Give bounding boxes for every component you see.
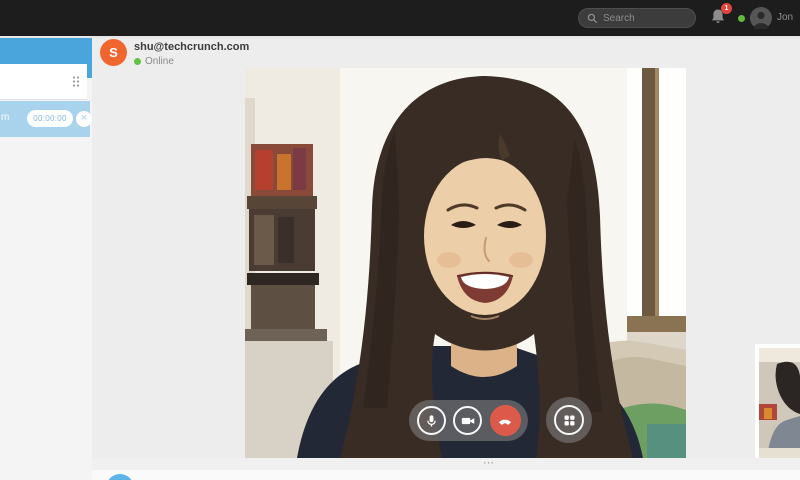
user-name: Jon — [777, 12, 794, 23]
end-call-button[interactable] — [489, 405, 521, 436]
search-box[interactable] — [578, 8, 696, 28]
chat-area-top — [92, 470, 800, 480]
search-input[interactable] — [603, 12, 685, 24]
call-controls — [409, 400, 528, 441]
online-status-text: Online — [145, 56, 174, 67]
notification-badge: 1 — [721, 3, 732, 14]
presence-row: Online — [134, 56, 174, 67]
sidebar-search-row[interactable] — [0, 64, 87, 100]
microphone-icon — [426, 414, 436, 427]
four-squares-icon — [564, 415, 574, 425]
mute-microphone-button[interactable] — [416, 406, 446, 435]
toggle-video-button[interactable] — [453, 406, 482, 435]
sidebar-edge — [87, 38, 92, 78]
online-status-dot — [134, 58, 141, 65]
own-presence-dot — [738, 15, 745, 22]
chat-message-avatar — [106, 474, 134, 480]
call-close-button[interactable]: × — [76, 111, 92, 127]
contact-name: shu@techcrunch.com — [134, 41, 250, 53]
skype-window: 1 Jon m 00:00:00 — [0, 0, 800, 480]
topbar-divider — [0, 36, 800, 38]
search-icon — [587, 13, 598, 23]
self-view-video[interactable] — [755, 344, 800, 462]
sidebar: m 00:00:00 × — [0, 38, 92, 480]
dialpad-icon — [72, 76, 80, 87]
call-timer: 00:00:00 — [27, 110, 73, 127]
call-item-name: m — [1, 112, 10, 123]
splitter-handle-icon[interactable]: ⋯ — [483, 457, 495, 469]
top-bar: 1 Jon — [0, 0, 800, 36]
person-icon — [750, 7, 772, 29]
more-options-ring — [554, 405, 584, 435]
more-options-button[interactable] — [546, 397, 592, 443]
profile-button[interactable] — [750, 7, 772, 29]
sidebar-header — [0, 38, 92, 64]
video-chat-splitter[interactable]: ⋯ — [92, 457, 800, 470]
active-call-list-item[interactable]: m 00:00:00 × — [0, 101, 92, 137]
camera-icon — [461, 417, 474, 424]
notifications-button[interactable]: 1 — [708, 3, 732, 31]
hangup-icon — [498, 419, 512, 425]
contact-avatar[interactable]: S — [100, 39, 127, 66]
self-view-illustration — [759, 348, 800, 458]
